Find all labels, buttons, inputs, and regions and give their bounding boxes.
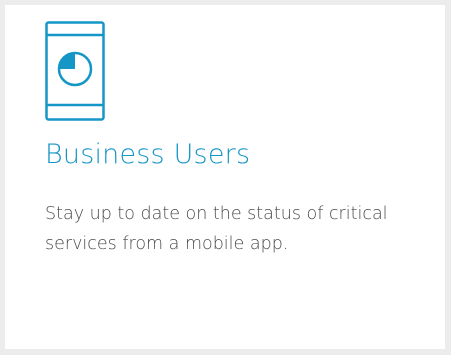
card-description: Stay up to date on the status of critica… <box>45 204 388 254</box>
mobile-phone-pie-chart-icon <box>45 21 105 121</box>
card-title: Business Users <box>45 139 251 170</box>
business-users-card: Business Users Stay up to date on the st… <box>5 5 445 349</box>
